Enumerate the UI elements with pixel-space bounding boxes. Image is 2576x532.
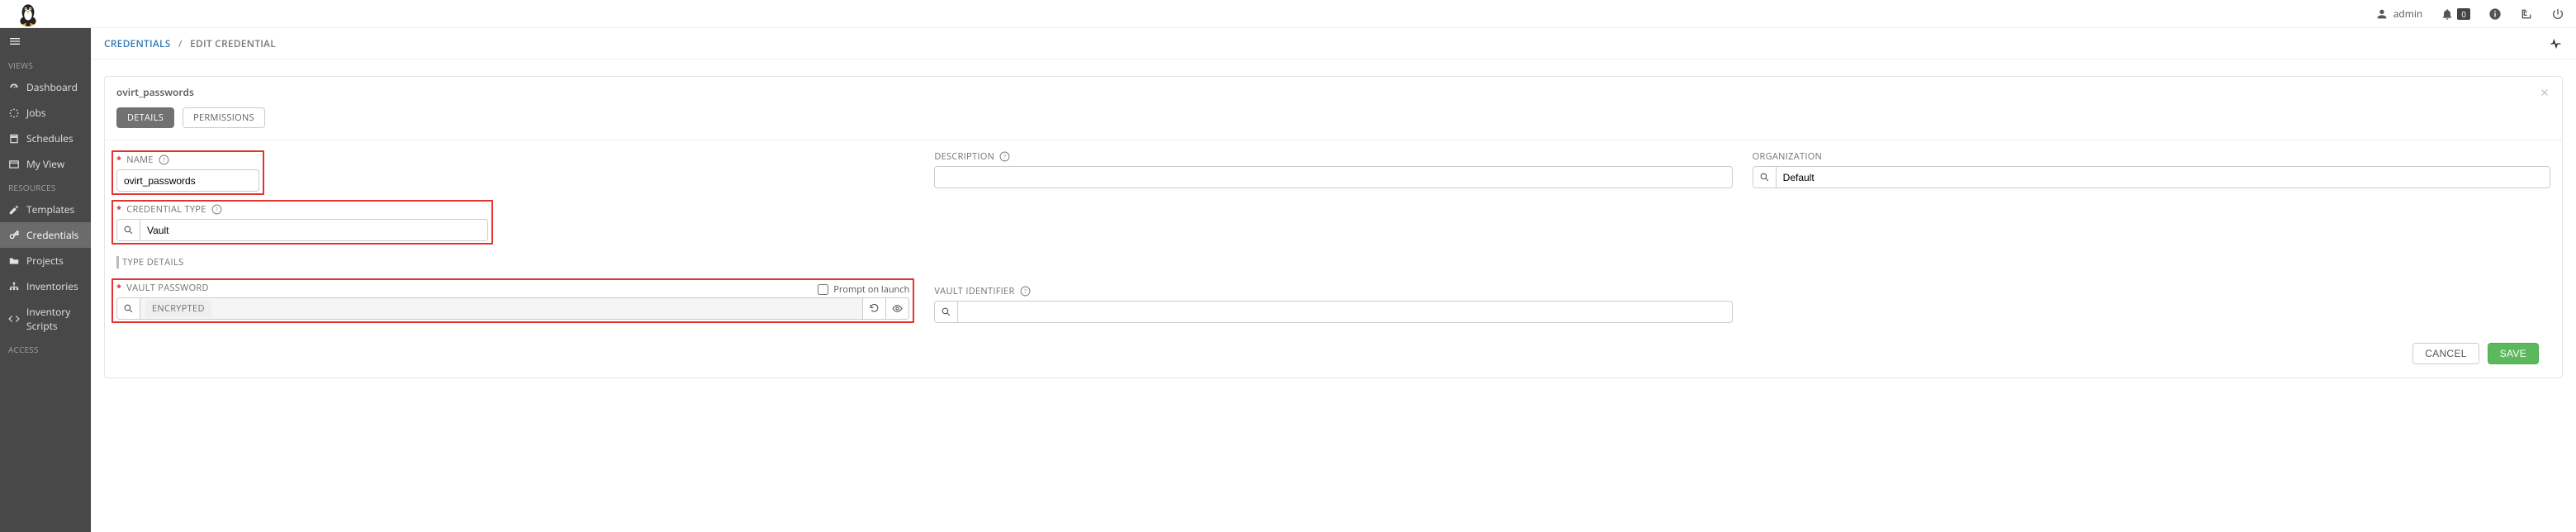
pencil-square-icon (8, 204, 20, 216)
notification-count: 0 (2457, 8, 2470, 20)
tab-permissions[interactable]: PERMISSIONS (183, 107, 265, 128)
nav-label: Jobs (26, 106, 46, 120)
org-lookup-button[interactable] (1753, 167, 1777, 188)
help-icon[interactable]: ? (211, 204, 222, 215)
main-content: CREDENTIALS / EDIT CREDENTIAL ovirt_pass… (91, 28, 2576, 532)
breadcrumb: CREDENTIALS / EDIT CREDENTIAL (104, 36, 276, 50)
user-icon (2375, 7, 2389, 21)
activity-stream-icon[interactable] (2550, 37, 2563, 50)
sidebar-toggle[interactable] (0, 28, 91, 55)
prompt-on-launch-label: Prompt on launch (833, 283, 909, 296)
topbar: admin 0 (0, 0, 2576, 28)
svg-text:?: ? (1023, 287, 1026, 296)
folder-icon (8, 255, 20, 267)
spinner-icon (8, 107, 20, 119)
nav-label: Inventory Scripts (26, 305, 83, 333)
vault-identifier-input[interactable] (958, 302, 1731, 322)
credential-type-input[interactable] (140, 220, 487, 240)
sidebar-item-projects[interactable]: Projects (0, 248, 91, 273)
app-logo (12, 0, 45, 28)
info-icon[interactable] (2488, 7, 2502, 21)
nav-label: Templates (26, 202, 74, 216)
required-marker: * (116, 154, 121, 166)
encrypted-indicator: ENCRYPTED (145, 300, 211, 317)
bell-icon (2441, 7, 2454, 21)
tab-details[interactable]: DETAILS (116, 107, 174, 128)
sidebar-item-inventories[interactable]: Inventories (0, 273, 91, 299)
sidebar-item-dashboard[interactable]: Dashboard (0, 74, 91, 100)
panel-title: ovirt_passwords (116, 85, 194, 99)
group-access: ACCESS (0, 339, 91, 359)
nav-label: Schedules (26, 131, 74, 145)
type-details-heading: TYPE DETAILS (116, 256, 2550, 268)
vault-password-label: VAULT PASSWORD (126, 282, 209, 294)
sidebar-item-credentials[interactable]: Credentials (0, 222, 91, 248)
credtype-lookup-button[interactable] (117, 220, 140, 240)
help-icon[interactable]: ? (1020, 286, 1031, 297)
sidebar-item-schedules[interactable]: Schedules (0, 126, 91, 151)
svg-text:?: ? (216, 206, 218, 214)
user-menu[interactable]: admin (2375, 7, 2423, 21)
edit-panel: ovirt_passwords DETAILS PERMISSIONS * (104, 76, 2563, 378)
prompt-on-launch[interactable]: Prompt on launch (818, 283, 909, 296)
nav-label: Dashboard (26, 80, 78, 94)
help-icon[interactable]: ? (999, 151, 1010, 162)
svg-text:?: ? (163, 156, 165, 164)
user-label: admin (2393, 7, 2423, 21)
name-label: NAME (126, 154, 153, 166)
sidebar: VIEWS Dashboard Jobs Schedules My View R… (0, 28, 91, 532)
notifications[interactable]: 0 (2441, 7, 2470, 21)
group-resources: RESOURCES (0, 177, 91, 197)
save-button[interactable]: SAVE (2488, 343, 2539, 364)
window-icon (8, 159, 20, 170)
power-icon[interactable] (2551, 7, 2564, 21)
code-icon (8, 313, 20, 325)
gauge-icon (8, 82, 20, 93)
description-input[interactable] (935, 167, 1731, 188)
vault-id-lookup-button[interactable] (935, 302, 958, 322)
sidebar-item-jobs[interactable]: Jobs (0, 100, 91, 126)
sitemap-icon (8, 281, 20, 292)
svg-text:?: ? (1003, 153, 1006, 161)
sidebar-item-inventory-scripts[interactable]: Inventory Scripts (0, 299, 91, 339)
group-views: VIEWS (0, 55, 91, 74)
required-marker: * (116, 282, 121, 294)
nav-label: My View (26, 157, 64, 171)
description-label: DESCRIPTION (934, 150, 994, 163)
nav-label: Credentials (26, 228, 78, 242)
credential-type-label: CREDENTIAL TYPE (126, 203, 206, 216)
nav-label: Projects (26, 254, 64, 268)
cancel-button[interactable]: CANCEL (2412, 343, 2479, 364)
breadcrumb-current: EDIT CREDENTIAL (190, 36, 276, 50)
tabs: DETAILS PERMISSIONS (105, 99, 2562, 140)
required-marker: * (116, 203, 121, 216)
nav-label: Inventories (26, 279, 78, 293)
organization-label: ORGANIZATION (1753, 150, 1822, 163)
organization-input[interactable] (1777, 167, 2550, 188)
vault-pw-lookup-button[interactable] (117, 298, 140, 319)
sidebar-item-myview[interactable]: My View (0, 151, 91, 177)
breadcrumb-root[interactable]: CREDENTIALS (104, 36, 171, 50)
eye-icon[interactable] (885, 298, 908, 319)
docs-icon[interactable] (2520, 7, 2533, 21)
panel-close-button[interactable] (2539, 87, 2550, 98)
sidebar-item-templates[interactable]: Templates (0, 197, 91, 222)
calendar-icon (8, 133, 20, 145)
breadcrumb-separator: / (178, 36, 183, 50)
vault-identifier-label: VAULT IDENTIFIER (934, 285, 1014, 297)
name-input[interactable] (117, 170, 259, 191)
key-icon (8, 230, 20, 241)
help-icon[interactable]: ? (159, 154, 169, 165)
prompt-on-launch-checkbox[interactable] (818, 284, 828, 295)
revert-icon[interactable] (862, 298, 885, 319)
